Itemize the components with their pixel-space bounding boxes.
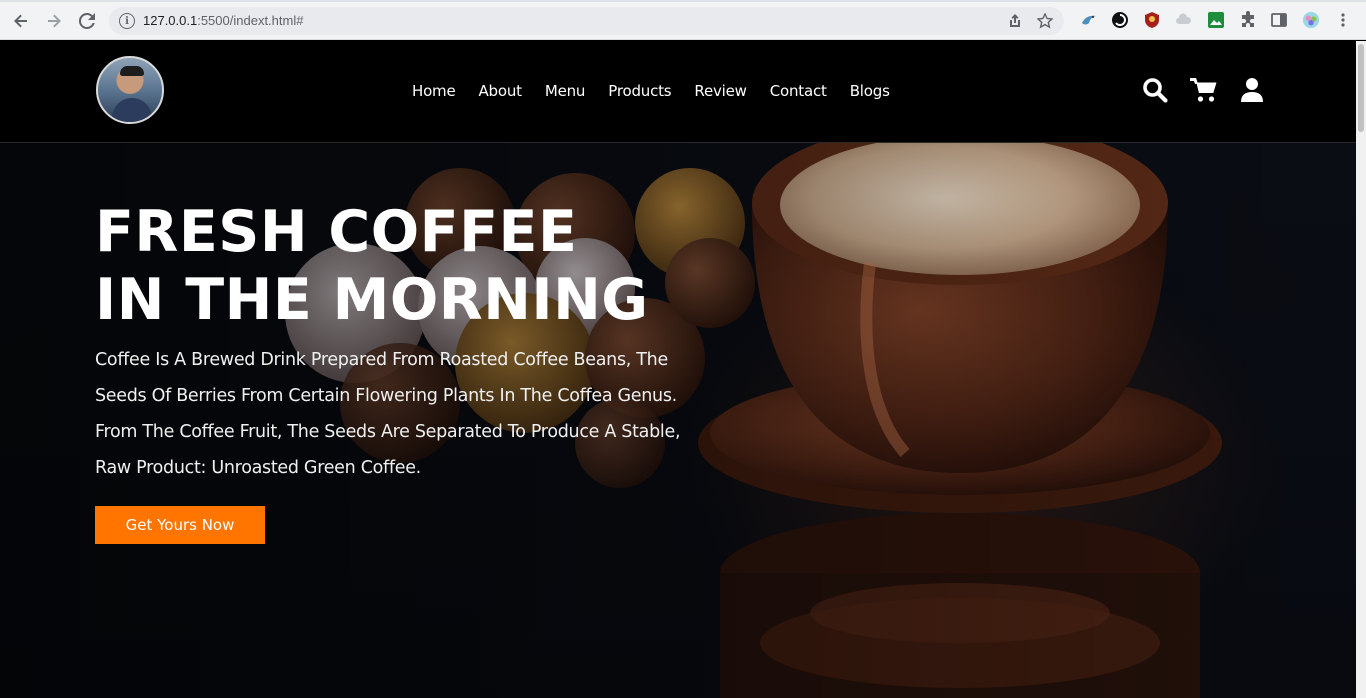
hero-description: Coffee Is A Brewed Drink Prepared From R… xyxy=(95,350,681,478)
nav-home[interactable]: Home xyxy=(412,82,456,100)
browser-menu-icon[interactable] xyxy=(1334,11,1352,29)
search-icon[interactable] xyxy=(1142,77,1168,103)
nav-blogs[interactable]: Blogs xyxy=(850,82,890,100)
side-panel-icon[interactable] xyxy=(1270,11,1288,29)
reload-icon[interactable] xyxy=(74,8,100,34)
address-text[interactable]: 127.0.0.1:5500/indext.html# xyxy=(143,13,303,28)
user-icon[interactable] xyxy=(1240,77,1264,103)
hero-title: FRESH COFFEE IN THE MORNING xyxy=(95,199,649,333)
header-icons xyxy=(1142,77,1264,103)
nav-about[interactable]: About xyxy=(479,82,523,100)
url-host: 127.0.0.1 xyxy=(143,13,198,28)
page-scrollbar[interactable] xyxy=(1356,41,1366,698)
nav-products[interactable]: Products xyxy=(608,82,671,100)
back-icon[interactable] xyxy=(8,8,34,34)
extension-cloud-icon[interactable] xyxy=(1175,11,1193,29)
forward-icon[interactable] xyxy=(41,8,67,34)
main-nav: Home About Menu Products Review Contact … xyxy=(412,82,890,100)
logo-body xyxy=(112,98,152,122)
tab-strip xyxy=(0,0,1366,2)
extension-bird-icon[interactable] xyxy=(1080,11,1098,29)
extension-spiral-icon[interactable] xyxy=(1111,11,1129,29)
site-info-icon[interactable]: i xyxy=(119,13,135,29)
extension-image-icon[interactable] xyxy=(1207,11,1225,29)
logo-hair xyxy=(120,66,144,76)
scrollbar-thumb[interactable] xyxy=(1358,44,1364,132)
address-bar[interactable]: i 127.0.0.1:5500/indext.html# xyxy=(109,7,1064,35)
site-header: Home About Menu Products Review Contact … xyxy=(0,41,1356,143)
cart-icon[interactable] xyxy=(1190,77,1218,103)
nav-review[interactable]: Review xyxy=(694,82,747,100)
extensions-puzzle-icon[interactable] xyxy=(1239,11,1257,29)
browser-toolbar: i 127.0.0.1:5500/indext.html# xyxy=(0,0,1366,40)
profile-avatar-icon[interactable] xyxy=(1302,11,1320,29)
nav-menu[interactable]: Menu xyxy=(545,82,586,100)
nav-contact[interactable]: Contact xyxy=(770,82,827,100)
bookmark-star-icon[interactable] xyxy=(1036,13,1054,29)
logo-avatar[interactable] xyxy=(96,56,164,124)
share-icon[interactable] xyxy=(1006,13,1024,29)
url-path: :5500/indext.html# xyxy=(197,13,304,28)
hero-section: FRESH COFFEE IN THE MORNING Coffee Is A … xyxy=(0,143,1356,698)
get-yours-now-button[interactable]: Get Yours Now xyxy=(95,506,265,544)
extension-shield-icon[interactable] xyxy=(1143,11,1161,29)
